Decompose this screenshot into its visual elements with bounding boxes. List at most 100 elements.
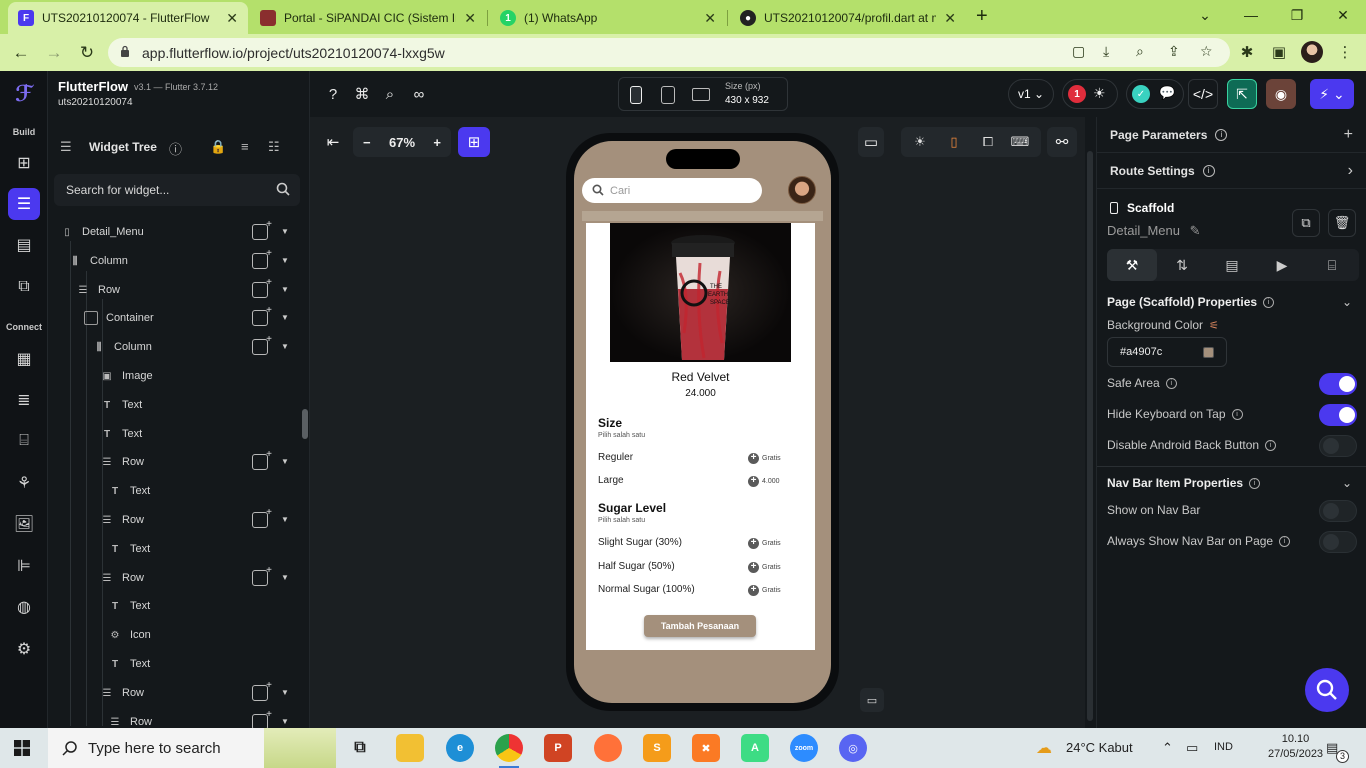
- tree-node[interactable]: ☰ Row: [100, 682, 145, 704]
- edge-icon[interactable]: e: [446, 734, 474, 762]
- show-nav-toggle[interactable]: [1319, 500, 1357, 522]
- duplicate-button[interactable]: ⧉: [1292, 209, 1320, 237]
- tree-node[interactable]: T Text: [100, 423, 142, 445]
- tab-actions[interactable]: ⇅: [1157, 249, 1207, 281]
- info-icon[interactable]: i: [1231, 408, 1243, 420]
- tree-node[interactable]: ▯ Detail_Menu: [60, 221, 144, 243]
- dropdown-caret-icon[interactable]: ▼: [281, 717, 289, 726]
- xampp-icon[interactable]: ✖: [692, 734, 720, 762]
- android-studio-icon[interactable]: A: [741, 734, 769, 762]
- sugar-option-add[interactable]: + Gratis: [748, 585, 781, 596]
- storyboard-icon[interactable]: ▤: [8, 229, 40, 261]
- canvas-scrollbar[interactable]: [1087, 151, 1093, 721]
- weather-text[interactable]: 24°C Kabut: [1066, 740, 1133, 755]
- add-child-widget-icon[interactable]: [252, 680, 272, 701]
- add-child-widget-icon[interactable]: [252, 449, 272, 470]
- tab-search-icon[interactable]: ⌄: [1182, 0, 1228, 30]
- route-settings-row[interactable]: Route Settings i ›: [1097, 153, 1366, 189]
- network-icon[interactable]: ▭: [1186, 740, 1198, 756]
- run-button[interactable]: ⚡ ⌄: [1310, 79, 1354, 109]
- tab-state[interactable]: ⌸: [1307, 249, 1357, 281]
- theme-icon[interactable]: ◍: [8, 591, 40, 623]
- minimize-icon[interactable]: —: [1228, 0, 1274, 30]
- collapse-panel-icon[interactable]: ⇤: [318, 127, 348, 157]
- tab-github[interactable]: ● UTS20210120074/profil.dart at m ✕: [730, 2, 966, 34]
- tree-node[interactable]: T Text: [108, 480, 150, 502]
- clock[interactable]: 10.10 27/05/2023: [1268, 732, 1323, 762]
- help-icon[interactable]: ?: [322, 83, 344, 105]
- add-widget-button[interactable]: ⊞: [458, 127, 490, 157]
- safe-area-toggle[interactable]: [1319, 373, 1357, 395]
- custom-code-icon[interactable]: ⊫: [8, 550, 40, 582]
- weather-icon[interactable]: ☁: [1036, 738, 1052, 758]
- components-icon[interactable]: ⚘: [8, 467, 40, 499]
- minimap-icon[interactable]: ▭: [860, 688, 884, 712]
- keyboard-toggle-icon[interactable]: ▭: [858, 127, 884, 157]
- close-tab-icon[interactable]: ✕: [704, 10, 716, 27]
- preview-eye-button[interactable]: ◉: [1266, 79, 1296, 109]
- color-swatch[interactable]: [1203, 347, 1214, 358]
- tree-node[interactable]: ☰ Row: [76, 279, 121, 301]
- search-icon[interactable]: ⌕: [379, 83, 401, 105]
- settings-icon[interactable]: ⚙: [8, 633, 40, 665]
- help-chat-button[interactable]: [1305, 668, 1349, 712]
- chrome-icon[interactable]: [495, 734, 523, 768]
- widget-search-input[interactable]: Search for widget...: [54, 174, 300, 206]
- info-icon[interactable]: i: [1215, 128, 1228, 141]
- bg-color-field[interactable]: #a4907c: [1107, 337, 1227, 367]
- add-parameter-icon[interactable]: +: [1344, 126, 1353, 144]
- dropdown-caret-icon[interactable]: ▼: [281, 688, 289, 697]
- forward-icon[interactable]: →: [43, 42, 65, 64]
- device-frame-icon[interactable]: ⧠: [979, 133, 997, 151]
- back-icon[interactable]: ←: [10, 42, 32, 64]
- tree-node[interactable]: Container: [84, 307, 154, 329]
- menu-dots-icon[interactable]: ⋮: [1334, 41, 1356, 63]
- install-icon[interactable]: ⤓: [1103, 43, 1109, 60]
- close-tab-icon[interactable]: ✕: [226, 10, 238, 27]
- share-icon[interactable]: ⇪: [1168, 43, 1180, 60]
- tree-node[interactable]: ⫼ Column: [68, 250, 128, 272]
- copy-icon[interactable]: ▢: [1072, 43, 1085, 60]
- info-icon[interactable]: i: [1249, 477, 1261, 489]
- color-picker-icon[interactable]: ⚟: [1209, 319, 1219, 332]
- flutterflow-logo-icon[interactable]: ℱ: [12, 81, 36, 106]
- add-child-widget-icon[interactable]: [252, 334, 272, 355]
- command-icon[interactable]: ⌘: [351, 83, 373, 105]
- add-child-widget-icon[interactable]: [252, 219, 272, 240]
- widget-tree-icon[interactable]: ☰: [8, 188, 40, 220]
- info-icon[interactable]: i: [1263, 296, 1275, 308]
- dropdown-caret-icon[interactable]: ▼: [281, 285, 289, 294]
- close-tab-icon[interactable]: ✕: [464, 10, 476, 27]
- discord-icon[interactable]: ◎: [839, 734, 867, 762]
- dropdown-caret-icon[interactable]: ▼: [281, 573, 289, 582]
- dropdown-caret-icon[interactable]: ▼: [281, 342, 289, 351]
- phone-search-input[interactable]: Cari: [582, 178, 762, 203]
- tab-properties[interactable]: ⚒: [1107, 249, 1157, 281]
- info-icon[interactable]: i: [1279, 535, 1291, 547]
- dropdown-caret-icon[interactable]: ▼: [281, 457, 289, 466]
- new-tab-button[interactable]: +: [976, 5, 988, 28]
- tree-node[interactable]: ☰ Row: [100, 567, 145, 589]
- add-page-icon[interactable]: ⊞: [8, 147, 40, 179]
- language-indicator[interactable]: IND: [1214, 741, 1233, 753]
- dropdown-caret-icon[interactable]: ▼: [281, 313, 289, 322]
- page-parameters-row[interactable]: Page Parameters i +: [1097, 117, 1366, 153]
- disable-back-toggle[interactable]: [1319, 435, 1357, 457]
- add-child-widget-icon[interactable]: [252, 248, 272, 269]
- zoom-in-button[interactable]: +: [433, 135, 441, 150]
- always-show-nav-toggle[interactable]: [1319, 531, 1357, 553]
- tree-node[interactable]: T Text: [108, 653, 150, 675]
- info-icon[interactable]: i: [1165, 377, 1177, 389]
- size-option-add[interactable]: + Gratis: [748, 453, 781, 464]
- tablet-device-icon[interactable]: [661, 86, 675, 104]
- lock-icon[interactable]: 🔒: [210, 139, 226, 155]
- tab-whatsapp[interactable]: 1 (1) WhatsApp ✕: [490, 2, 726, 34]
- light-mode-icon[interactable]: ☀: [911, 133, 929, 151]
- profile-avatar[interactable]: [1301, 41, 1323, 63]
- task-view-icon[interactable]: ⧉: [346, 734, 374, 762]
- issues-pill[interactable]: 1 ☀: [1062, 79, 1118, 109]
- scaffold-name[interactable]: Detail_Menu ✎: [1107, 223, 1201, 239]
- portrait-icon[interactable]: ▯: [945, 133, 963, 151]
- dropdown-caret-icon[interactable]: ▼: [281, 256, 289, 265]
- phone-device-icon[interactable]: [630, 86, 642, 104]
